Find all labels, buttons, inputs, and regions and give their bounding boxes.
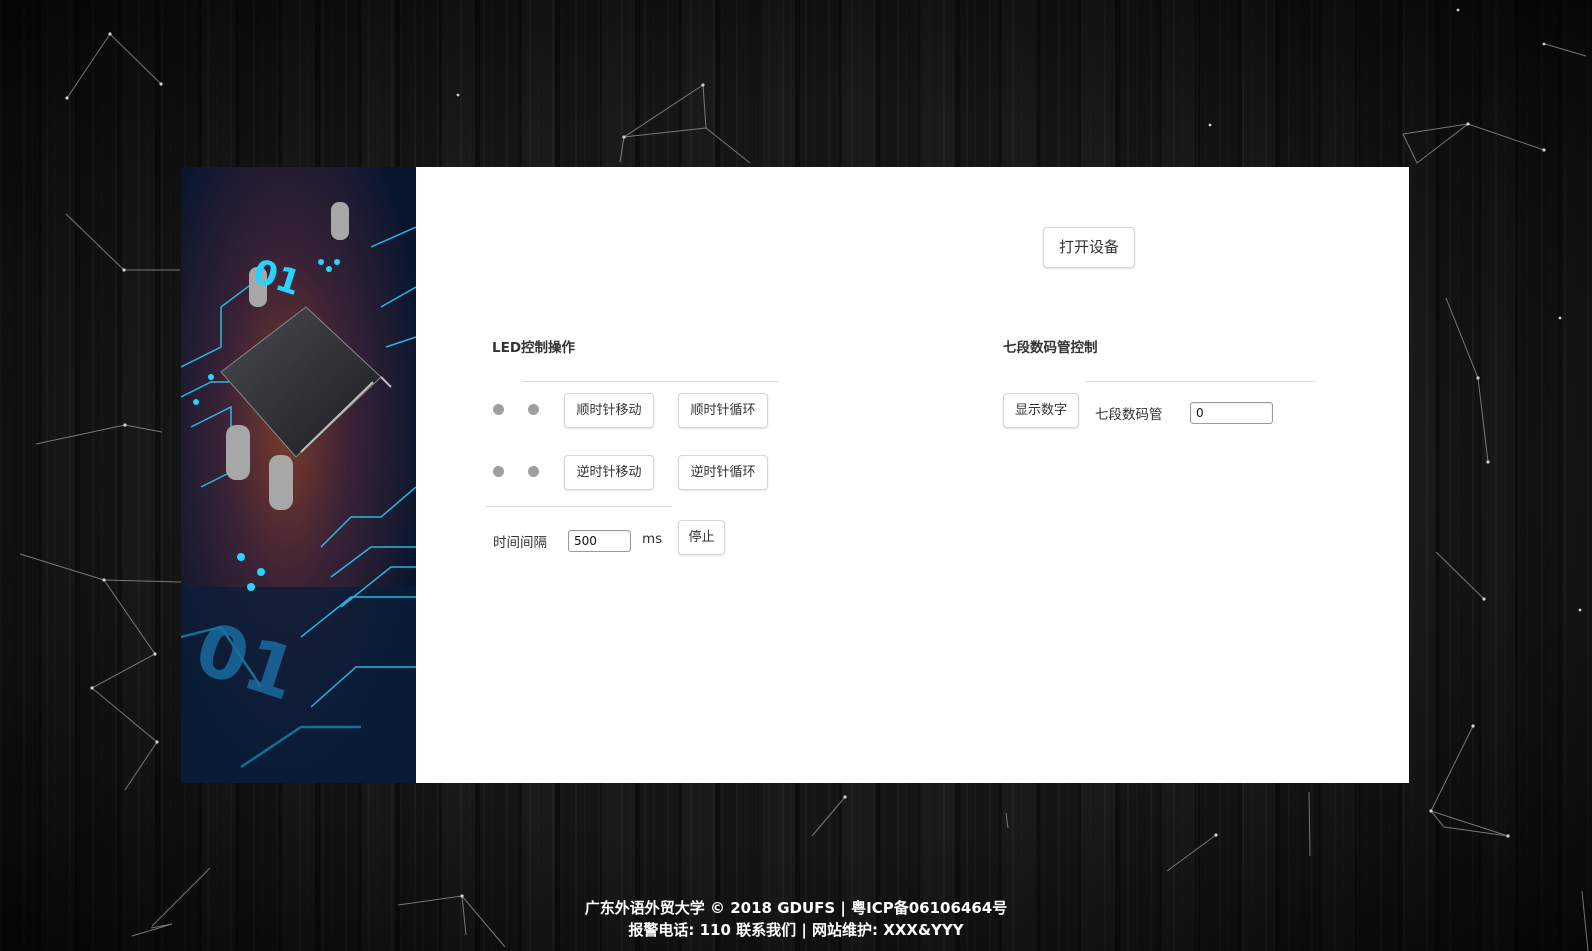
control-panel: 打开设备 LED控制操作 顺时针移动 顺时针循环 逆时针移动 逆时针循环 时间间… <box>416 167 1409 783</box>
led-controls-divider <box>485 506 671 507</box>
seven-segment-section-title: 七段数码管控制 <box>1003 340 1098 356</box>
main-panel: 01 01 打开设备 LED控制操作 顺时针移动 顺时针循环 逆时针移动 逆时针… <box>181 167 1409 783</box>
led-section-divider <box>522 381 778 382</box>
seven-segment-divider <box>1086 381 1316 382</box>
interval-unit-label: ms <box>642 531 663 547</box>
led-indicator-3 <box>493 466 504 477</box>
counterclockwise-loop-button[interactable]: 逆时针循环 <box>678 455 768 490</box>
interval-label: 时间间隔 <box>493 535 547 551</box>
show-digit-button[interactable]: 显示数字 <box>1003 393 1079 428</box>
counterclockwise-move-button[interactable]: 逆时针移动 <box>564 455 654 490</box>
led-indicator-2 <box>528 404 539 415</box>
footer-copyright: 广东外语外贸大学 © 2018 GDUFS | 粤ICP备06106464号 <box>584 899 1008 917</box>
circuit-board-illustration: 01 01 <box>181 167 417 783</box>
seven-segment-input[interactable]: 0 <box>1190 402 1273 424</box>
stop-button[interactable]: 停止 <box>678 520 725 555</box>
seven-segment-field-label: 七段数码管 <box>1095 407 1163 423</box>
interval-input[interactable]: 500 <box>568 530 631 552</box>
footer-contact: 报警电话: 110 联系我们 | 网站维护: XXX&YYY <box>628 921 964 939</box>
led-section-title: LED控制操作 <box>492 340 576 356</box>
open-device-button[interactable]: 打开设备 <box>1043 227 1135 268</box>
led-indicator-1 <box>493 404 504 415</box>
clockwise-loop-button[interactable]: 顺时针循环 <box>678 393 768 428</box>
led-indicator-4 <box>528 466 539 477</box>
clockwise-move-button[interactable]: 顺时针移动 <box>564 393 654 428</box>
circuit-board-image: 01 01 <box>181 167 417 783</box>
